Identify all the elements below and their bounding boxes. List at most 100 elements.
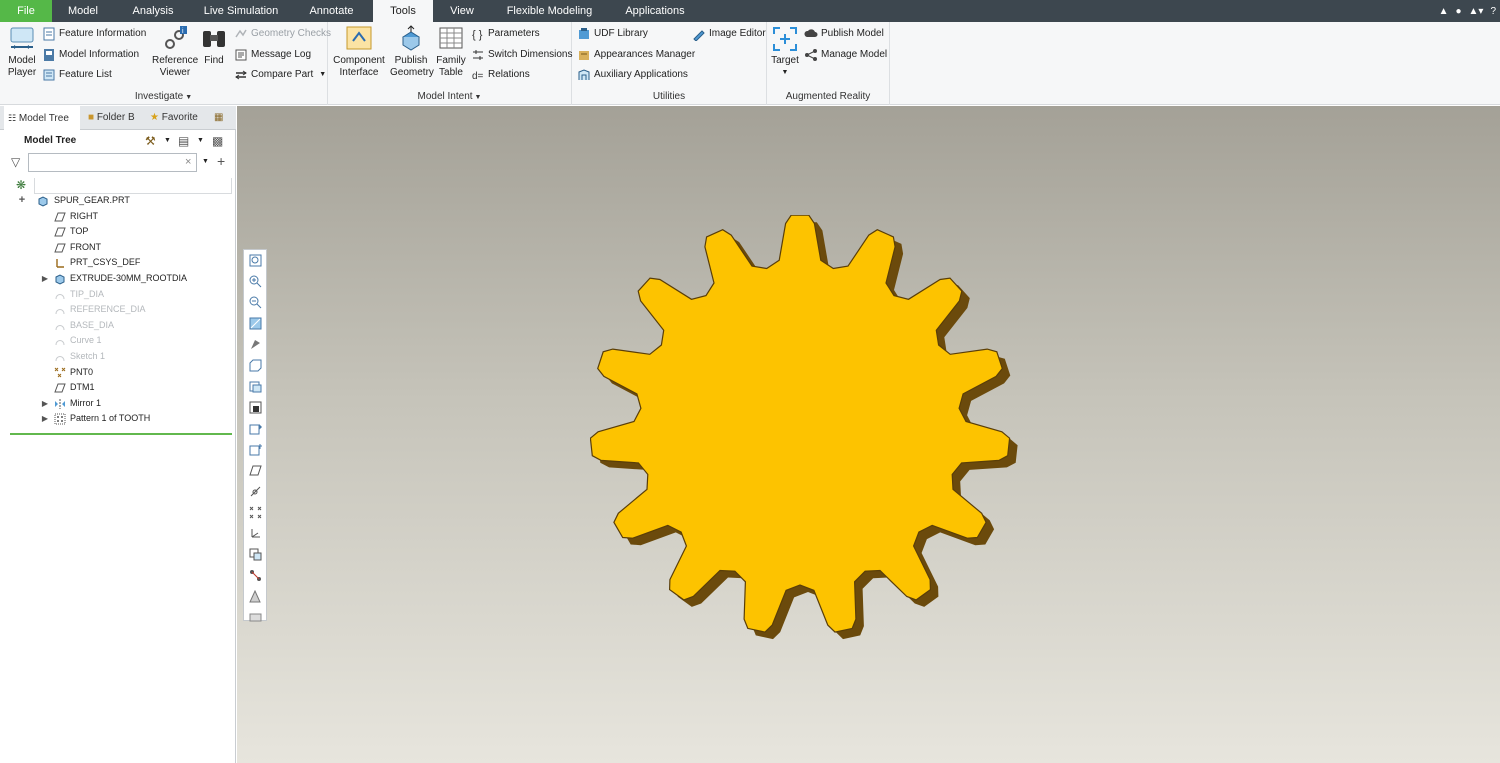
model-information-button[interactable]: Model Information: [42, 46, 139, 64]
publish-model-label: Publish Model: [821, 28, 884, 39]
refit-icon[interactable]: [249, 254, 262, 267]
insert-here-line[interactable]: [10, 433, 232, 435]
model-player-button[interactable]: Model Player: [4, 25, 40, 79]
tree-item[interactable]: PNT0: [0, 365, 236, 380]
minimize-ribbon-icon[interactable]: ▲: [1439, 6, 1449, 17]
tab-favorites[interactable]: ★ Favorite: [146, 106, 204, 130]
tree-item[interactable]: ▶ EXTRUDE-30MM_ROOTDIA: [0, 271, 236, 286]
filter-funnel-icon[interactable]: ▽: [11, 155, 20, 169]
tab-model[interactable]: Model: [52, 0, 114, 22]
auxiliary-applications-button[interactable]: Auxiliary Applications: [577, 66, 688, 84]
spin-icon[interactable]: [249, 569, 262, 582]
axis-display-icon[interactable]: [249, 485, 262, 498]
search-dropdown-icon[interactable]: ▼: [202, 158, 209, 165]
image-editor-button[interactable]: Image Editor: [692, 25, 766, 43]
tree-item[interactable]: PRT_CSYS_DEF: [0, 255, 236, 270]
model-intent-group-label[interactable]: Model Intent ▼: [328, 91, 571, 102]
find-button[interactable]: Find: [200, 25, 228, 67]
appearances-manager-button[interactable]: Appearances Manager: [577, 46, 695, 64]
publish-geometry-button[interactable]: Publish Geometry: [390, 25, 434, 79]
clear-search-icon[interactable]: ×: [185, 156, 191, 168]
add-filter-icon[interactable]: +: [217, 153, 225, 169]
tree-item[interactable]: DTM1: [0, 380, 236, 395]
tab-tools[interactable]: Tools: [373, 0, 433, 22]
tree-filters-icon[interactable]: ▩: [212, 134, 223, 148]
tree-item[interactable]: RIGHT: [0, 209, 236, 224]
relations-button[interactable]: d= Relations: [471, 66, 530, 84]
more-display-icon[interactable]: [249, 611, 262, 624]
target-dropdown-icon[interactable]: ▼: [770, 67, 800, 79]
tab-model-tree[interactable]: ☷ Model Tree: [4, 106, 80, 130]
tab-flexible-modeling[interactable]: Flexible Modeling: [491, 0, 608, 22]
switch-dimensions-button[interactable]: Switch Dimensions: [471, 46, 572, 64]
tree-root-label: SPUR_GEAR.PRT: [54, 195, 130, 205]
tree-item[interactable]: ▶ Pattern 1 of TOOTH: [0, 411, 236, 426]
publish-model-button[interactable]: Publish Model: [804, 25, 884, 43]
show-dropdown-icon[interactable]: ▼: [197, 137, 204, 144]
reference-viewer-button[interactable]: i Reference Viewer: [152, 25, 198, 79]
user-icon[interactable]: ●: [1455, 6, 1461, 17]
extrude-icon: [54, 273, 66, 285]
tab-annotate[interactable]: Annotate: [290, 0, 373, 22]
learning-icon[interactable]: ▲▾: [1469, 6, 1484, 17]
expand-arrow-icon[interactable]: ▶: [40, 396, 50, 411]
zoom-in-icon[interactable]: [249, 275, 262, 288]
tab-file[interactable]: File: [0, 0, 52, 22]
view-manager-icon[interactable]: [249, 380, 262, 393]
expand-arrow-icon[interactable]: ▶: [40, 411, 50, 426]
ribbon-tab-bar: File Model Analysis Live Simulation Anno…: [0, 0, 1500, 22]
compare-part-button[interactable]: Compare Part ▼: [234, 66, 326, 84]
tree-settings-dropdown-icon[interactable]: ▼: [164, 137, 171, 144]
perspective-view-icon[interactable]: [249, 401, 262, 414]
spur-gear-model[interactable]: [590, 215, 1040, 660]
point-display-icon[interactable]: [249, 506, 262, 519]
feature-information-button[interactable]: Feature Information: [42, 25, 146, 43]
tab-settings[interactable]: ▦: [210, 106, 236, 130]
zoom-out-icon[interactable]: [249, 296, 262, 309]
tree-item[interactable]: BASE_DIA: [0, 318, 236, 333]
tree-item[interactable]: Curve 1: [0, 333, 236, 348]
navigator-panel: ☷ Model Tree ■ Folder B ★ Favorite ▦ Mod…: [0, 106, 236, 763]
tree-settings-icon[interactable]: ⚒: [145, 134, 156, 148]
tree-item[interactable]: TIP_DIA: [0, 287, 236, 302]
parameters-button[interactable]: { } Parameters: [471, 25, 540, 43]
tree-item[interactable]: REFERENCE_DIA: [0, 302, 236, 317]
compare-part-dropdown-icon[interactable]: ▼: [319, 66, 326, 84]
display-style-icon[interactable]: [249, 338, 262, 351]
help-icon[interactable]: ?: [1490, 6, 1496, 17]
csys-display-icon[interactable]: [249, 527, 262, 540]
annotation-display-icon[interactable]: [249, 548, 262, 561]
target-button[interactable]: Target ▼: [770, 25, 800, 79]
show-columns-icon[interactable]: ▤: [178, 134, 189, 148]
manage-model-button[interactable]: Manage Model: [804, 46, 887, 64]
family-table-button[interactable]: Family Table: [434, 25, 468, 79]
tree-item[interactable]: Sketch 1: [0, 349, 236, 364]
tree-item[interactable]: TOP: [0, 224, 236, 239]
tab-live-simulation[interactable]: Live Simulation: [192, 0, 290, 22]
spin-center-icon[interactable]: [249, 443, 262, 456]
curve-icon: [54, 320, 66, 332]
tree-item[interactable]: ▶ Mirror 1: [0, 396, 236, 411]
hidden-line-icon[interactable]: [249, 589, 262, 603]
geometry-checks-button[interactable]: Geometry Checks: [234, 25, 331, 43]
section-icon[interactable]: [249, 422, 262, 435]
message-log-button[interactable]: Message Log: [234, 46, 311, 64]
tab-view[interactable]: View: [433, 0, 491, 22]
tab-folder-browser[interactable]: ■ Folder B: [84, 106, 142, 130]
component-interface-button[interactable]: Component Interface: [332, 25, 386, 79]
tree-root-settings-icon[interactable]: ❋: [16, 178, 26, 192]
investigate-group-label[interactable]: Investigate ▼: [0, 91, 327, 102]
udf-library-button[interactable]: UDF Library: [577, 25, 648, 43]
tree-item[interactable]: FRONT: [0, 240, 236, 255]
tree-root-item[interactable]: + SPUR_GEAR.PRT: [0, 193, 236, 208]
tree-search-input[interactable]: [28, 153, 197, 172]
tree-item-label: BASE_DIA: [70, 319, 115, 330]
plane-display-icon[interactable]: [249, 464, 262, 477]
feature-list-button[interactable]: Feature List: [42, 66, 112, 84]
tab-analysis[interactable]: Analysis: [114, 0, 192, 22]
repaint-icon[interactable]: [249, 317, 262, 330]
tab-applications[interactable]: Applications: [608, 0, 702, 22]
expand-all-icon[interactable]: +: [17, 193, 27, 208]
expand-arrow-icon[interactable]: ▶: [40, 271, 50, 286]
saved-orientations-icon[interactable]: [249, 359, 262, 372]
